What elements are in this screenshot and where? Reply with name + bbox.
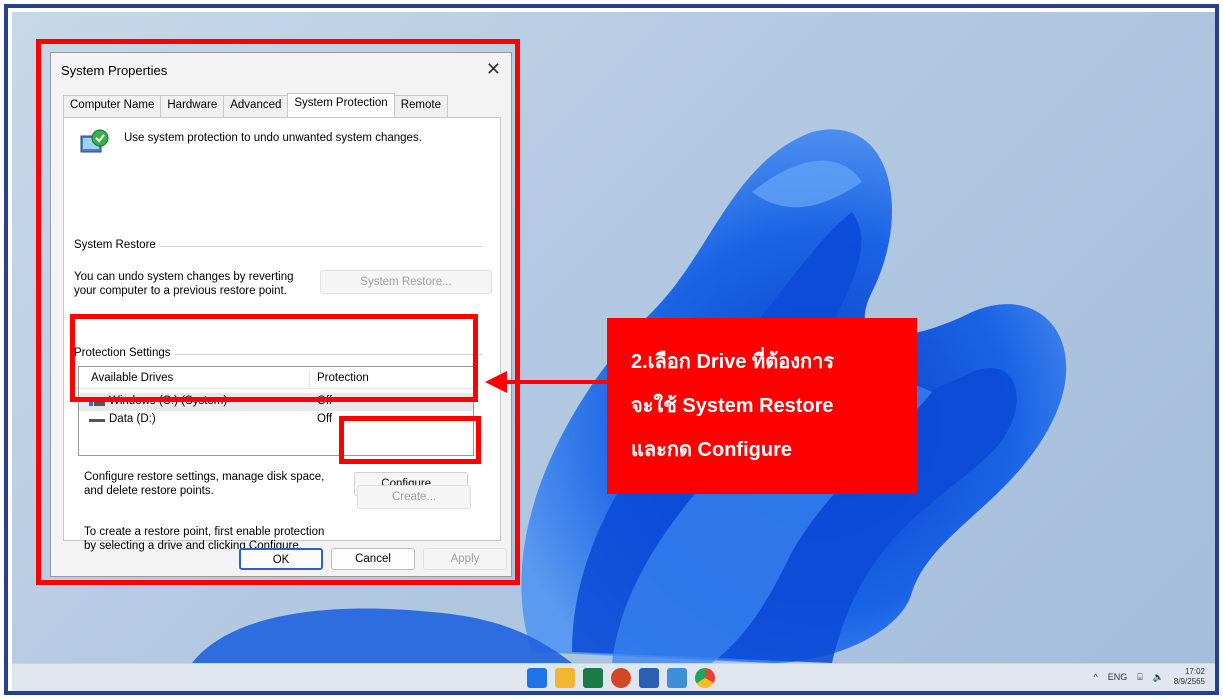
annotation-arrow-shaft [505,380,607,384]
word-icon[interactable] [639,668,659,688]
clock-time: 17:02 [1184,667,1205,676]
desktop: System Properties ✕ Computer Name Hardwa… [12,12,1215,663]
chrome-icon[interactable] [695,668,715,688]
network-icon[interactable]: ⌸ [1137,672,1142,683]
clock-date: 8/9/2565 [1173,677,1205,686]
taskbar: ^ ENG ⌸ 🔈 17:02 8/9/2565 [12,663,1215,691]
dialog-highlight-box [36,39,520,585]
instruction-callout: 2.เลือก Drive ที่ต้องการ จะใช้ System Re… [607,318,917,494]
photos-icon[interactable] [667,668,687,688]
powerpoint-icon[interactable] [611,668,631,688]
drive-list-highlight-box [70,314,478,402]
callout-line-3: และกด Configure [631,439,792,461]
clock[interactable]: 17:02 8/9/2565 [1174,667,1205,687]
screenshot-frame: System Properties ✕ Computer Name Hardwa… [4,4,1219,695]
annotation-arrow-icon [485,371,507,393]
system-tray: ^ ENG ⌸ 🔈 17:02 8/9/2565 [1093,667,1205,687]
tray-chevron-icon[interactable]: ^ [1093,672,1097,682]
taskbar-apps [527,668,715,688]
volume-icon[interactable]: 🔈 [1153,672,1164,683]
callout-line-2: จะใช้ System Restore [631,395,834,417]
configure-highlight-box [339,416,481,464]
language-indicator[interactable]: ENG [1108,672,1128,682]
excel-icon[interactable] [583,668,603,688]
windows-start-icon[interactable] [527,668,547,688]
file-explorer-icon[interactable] [555,668,575,688]
callout-line-1: 2.เลือก Drive ที่ต้องการ [631,351,835,373]
